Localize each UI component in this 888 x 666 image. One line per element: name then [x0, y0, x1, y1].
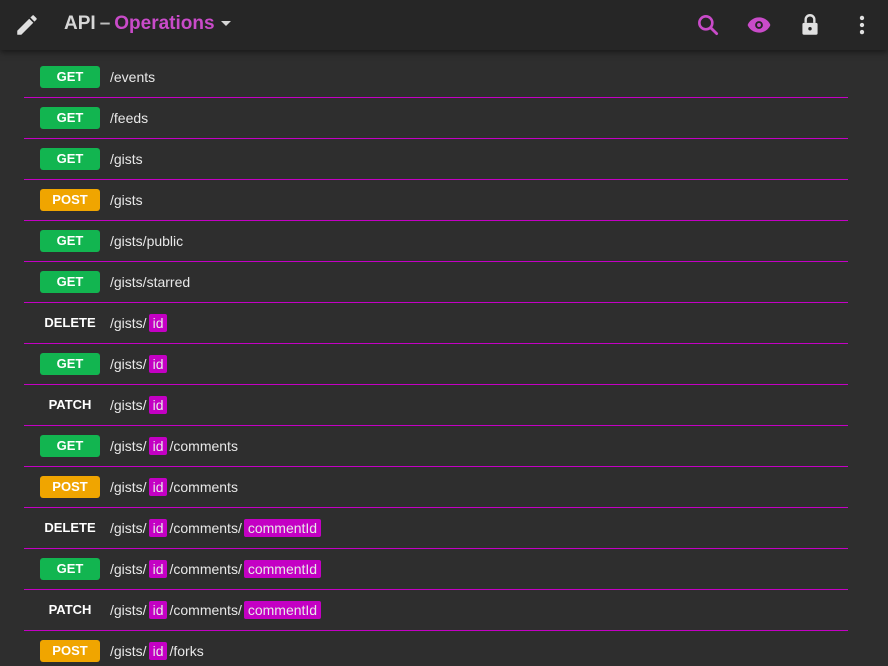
path-segment: /gists/ [110, 356, 147, 372]
operation-row[interactable]: GET/gists/public [24, 221, 848, 262]
app-header: API – Operations [0, 0, 888, 50]
path-parameter: commentId [243, 601, 322, 619]
operation-row[interactable]: GET/feeds [24, 98, 848, 139]
path-segment: /forks [169, 643, 204, 659]
operation-path: /gists/public [110, 231, 183, 251]
operation-row[interactable]: POST/gists [24, 180, 848, 221]
method-badge: GET [40, 435, 100, 457]
method-badge: PATCH [48, 397, 92, 412]
lock-icon[interactable] [797, 12, 823, 38]
method-badge: DELETE [44, 520, 96, 535]
title-separator: – [99, 13, 111, 34]
title-api: API [64, 13, 96, 34]
method-badge: GET [40, 148, 100, 170]
operation-path: /gists/id [110, 395, 169, 415]
operation-path: /gists/id/comments [110, 436, 238, 456]
path-parameter: id [148, 560, 168, 578]
path-parameter: id [148, 437, 168, 455]
path-parameter: commentId [243, 519, 322, 537]
path-segment: /gists/ [110, 397, 147, 413]
path-parameter: id [148, 519, 168, 537]
method-badge: GET [40, 353, 100, 375]
path-segment: /gists/ [110, 561, 147, 577]
operations-list: GET/events GET/feeds GET/gists POST/gists GE… [0, 50, 888, 666]
method-badge: GET [40, 558, 100, 580]
path-segment: /gists [110, 151, 143, 167]
path-segment: /gists/ [110, 520, 147, 536]
method-badge: GET [40, 230, 100, 252]
operation-path: /gists [110, 149, 143, 169]
method-badge: POST [40, 189, 100, 211]
page-title[interactable]: API – Operations [64, 13, 231, 35]
path-segment: /gists/ [110, 479, 147, 495]
method-badge: POST [40, 476, 100, 498]
path-segment: /comments/ [169, 561, 242, 577]
method-badge: GET [40, 107, 100, 129]
path-segment: /comments/ [169, 602, 242, 618]
path-parameter: commentId [243, 560, 322, 578]
operation-path: /gists/id/comments/commentId [110, 559, 323, 579]
operation-row[interactable]: POST/gists/id/forks [24, 631, 848, 666]
operation-path: /events [110, 67, 155, 87]
operation-path: /gists/id [110, 313, 169, 333]
operation-row[interactable]: POST/gists/id/comments [24, 467, 848, 508]
path-segment: /gists/ [110, 438, 147, 454]
operation-row[interactable]: GET/gists/id/comments/commentId [24, 549, 848, 590]
method-badge: DELETE [44, 315, 96, 330]
path-segment: /gists/public [110, 233, 184, 249]
path-segment: /gists/ [110, 643, 147, 659]
path-segment: /comments/ [169, 520, 242, 536]
method-badge: POST [40, 640, 100, 662]
operation-path: /gists/id/comments [110, 477, 238, 497]
path-segment: /comments [169, 438, 238, 454]
method-badge: GET [40, 66, 100, 88]
path-segment: /gists/starred [110, 274, 191, 290]
operation-path: /gists/starred [110, 272, 190, 292]
operation-path: /gists [110, 190, 143, 210]
more-vert-icon[interactable] [849, 12, 875, 38]
operation-row[interactable]: GET/gists [24, 139, 848, 180]
operation-row[interactable]: GET/gists/starred [24, 262, 848, 303]
eye-icon[interactable] [746, 12, 772, 38]
operation-row[interactable]: DELETE/gists/id [24, 303, 848, 344]
operation-path: /feeds [110, 108, 148, 128]
operation-row[interactable]: GET/events [24, 57, 848, 98]
path-segment: /comments [169, 479, 238, 495]
path-segment: /feeds [110, 110, 149, 126]
operation-path: /gists/id [110, 354, 169, 374]
path-segment: /gists/ [110, 602, 147, 618]
method-badge: PATCH [48, 602, 92, 617]
operation-row[interactable]: PATCH/gists/id [24, 385, 848, 426]
chevron-down-icon[interactable] [220, 21, 231, 27]
operation-row[interactable]: PATCH/gists/id/comments/commentId [24, 590, 848, 631]
path-segment: /events [110, 69, 156, 85]
operation-row[interactable]: DELETE/gists/id/comments/commentId [24, 508, 848, 549]
path-segment: /gists/ [110, 315, 147, 331]
title-subtitle: Operations [114, 13, 215, 34]
operation-row[interactable]: GET/gists/id/comments [24, 426, 848, 467]
operation-path: /gists/id/forks [110, 641, 204, 661]
path-parameter: id [148, 601, 168, 619]
path-segment: /gists [110, 192, 143, 208]
operation-path: /gists/id/comments/commentId [110, 518, 323, 538]
path-parameter: id [148, 478, 168, 496]
pencil-icon[interactable] [14, 12, 40, 38]
path-parameter: id [148, 642, 168, 660]
operation-row[interactable]: GET/gists/id [24, 344, 848, 385]
path-parameter: id [148, 396, 168, 414]
operation-path: /gists/id/comments/commentId [110, 600, 323, 620]
path-parameter: id [148, 314, 168, 332]
method-badge: GET [40, 271, 100, 293]
path-parameter: id [148, 355, 168, 373]
search-icon[interactable] [695, 12, 721, 38]
